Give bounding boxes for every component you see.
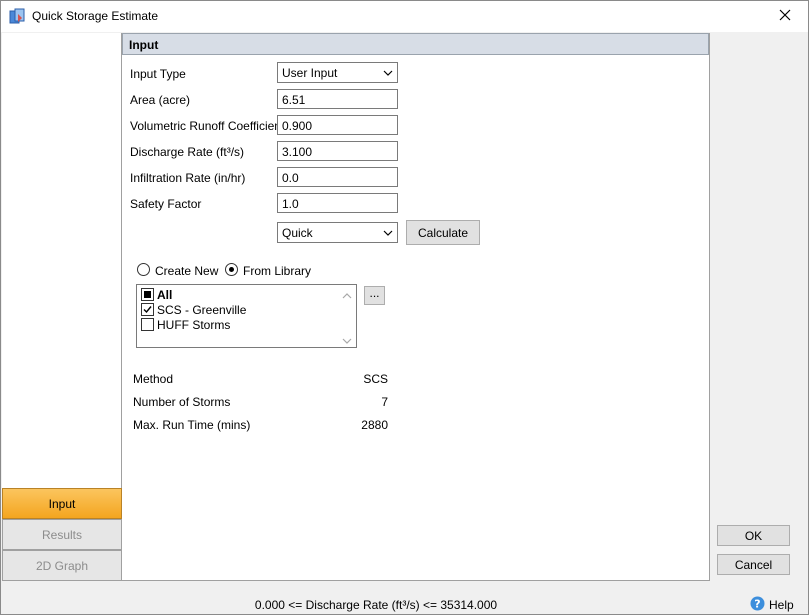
status-bar: 0.000 <= Discharge Rate (ft³/s) <= 35314…: [1, 595, 808, 615]
ok-button[interactable]: OK: [717, 525, 790, 546]
help-icon[interactable]: ?: [750, 596, 765, 614]
storm-list[interactable]: All SCS - Greenville HUFF Storms: [136, 284, 357, 348]
nav-item-input[interactable]: Input: [2, 488, 122, 519]
close-button[interactable]: [762, 1, 808, 32]
window-title: Quick Storage Estimate: [32, 9, 159, 23]
runoff-label: Volumetric Runoff Coefficient: [130, 119, 285, 133]
checkbox-scs-greenville[interactable]: [141, 303, 154, 316]
checkbox-all[interactable]: [141, 288, 154, 301]
app-icon: [9, 8, 27, 26]
nav-item-2d-graph[interactable]: 2D Graph: [2, 550, 122, 581]
list-scrollbar[interactable]: [339, 285, 356, 347]
list-item-label: SCS - Greenville: [157, 302, 247, 317]
from-library-radio[interactable]: [225, 263, 238, 276]
cancel-button[interactable]: Cancel: [717, 554, 790, 575]
mode-select[interactable]: Quick: [277, 222, 398, 243]
input-panel: Input Input Type User Input Area (acre) …: [122, 33, 710, 581]
list-item[interactable]: All: [141, 287, 172, 302]
list-item-label: All: [157, 287, 173, 302]
browse-button[interactable]: ...: [364, 286, 385, 305]
safety-label: Safety Factor: [130, 197, 202, 211]
infiltration-field[interactable]: 0.0: [277, 167, 398, 187]
run-time-value: 2880: [361, 418, 388, 432]
method-label: Method: [133, 372, 174, 386]
list-item[interactable]: SCS - Greenville: [141, 302, 246, 317]
list-item-label: HUFF Storms: [157, 317, 231, 332]
input-type-value: User Input: [282, 66, 338, 80]
infiltration-label: Infiltration Rate (in/hr): [130, 171, 246, 185]
area-label: Area (acre): [130, 93, 191, 107]
close-icon: [779, 8, 791, 26]
help-link[interactable]: Help: [769, 598, 794, 612]
status-text: 0.000 <= Discharge Rate (ft³/s) <= 35314…: [254, 598, 498, 612]
from-library-label: From Library: [243, 264, 312, 278]
chevron-down-icon: [383, 67, 393, 77]
storm-count-value: 7: [381, 395, 388, 409]
discharge-field[interactable]: 3.100: [277, 141, 398, 161]
dialog-window: Quick Storage Estimate Input Results 2D …: [0, 0, 809, 615]
scroll-up-icon[interactable]: [342, 289, 352, 303]
mode-value: Quick: [282, 226, 313, 240]
list-item[interactable]: HUFF Storms: [141, 317, 230, 332]
run-time-label: Max. Run Time (mins): [133, 418, 251, 432]
nav-item-results[interactable]: Results: [2, 519, 122, 550]
area-field[interactable]: 6.51: [277, 89, 398, 109]
title-bar: Quick Storage Estimate: [1, 1, 808, 32]
runoff-field[interactable]: 0.900: [277, 115, 398, 135]
safety-field[interactable]: 1.0: [277, 193, 398, 213]
checkbox-huff-storms[interactable]: [141, 318, 154, 331]
chevron-down-icon: [383, 227, 393, 237]
svg-text:?: ?: [754, 598, 760, 611]
nav-panel: Input Results 2D Graph: [2, 33, 122, 581]
section-header: Input: [122, 33, 709, 55]
calculate-button[interactable]: Calculate: [406, 220, 480, 245]
scroll-down-icon[interactable]: [342, 334, 352, 348]
input-type-select[interactable]: User Input: [277, 62, 398, 83]
input-type-label: Input Type: [130, 67, 186, 81]
create-new-label: Create New: [155, 264, 219, 278]
create-new-radio[interactable]: [137, 263, 150, 276]
discharge-label: Discharge Rate (ft³/s): [130, 145, 245, 159]
method-value: SCS: [363, 372, 388, 386]
storm-count-label: Number of Storms: [133, 395, 231, 409]
